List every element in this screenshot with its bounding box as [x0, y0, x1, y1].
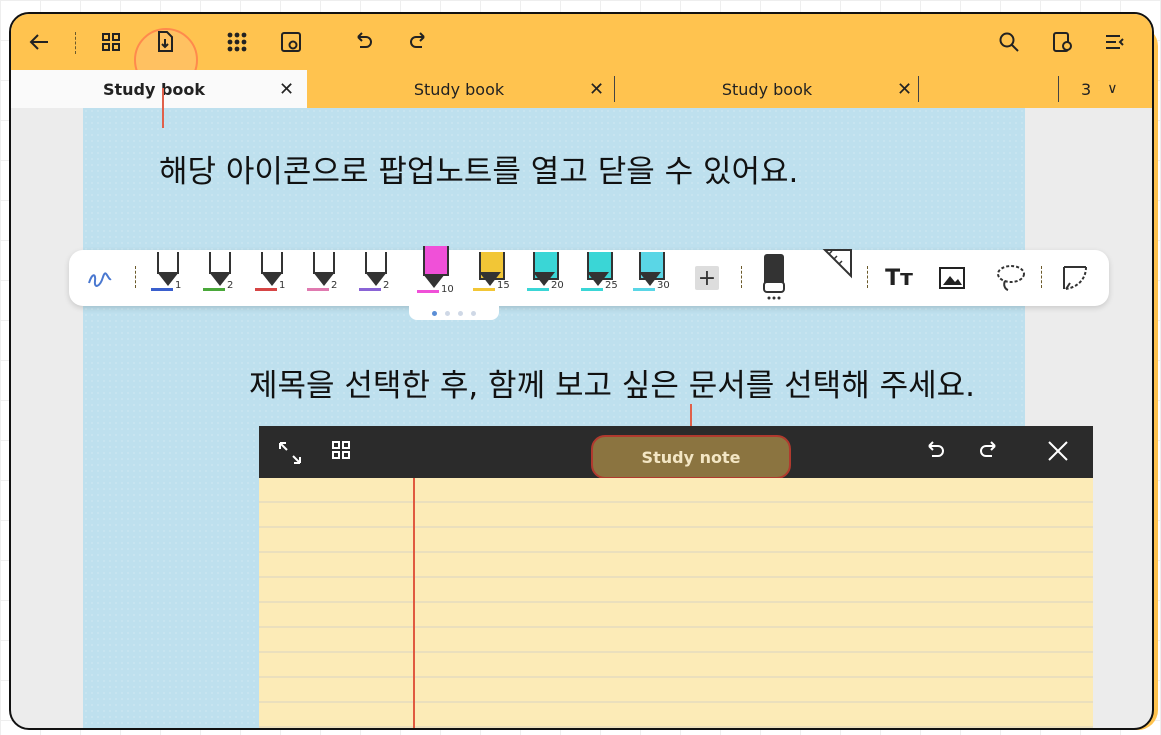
close-icon[interactable]: ✕: [897, 79, 912, 100]
apps-icon[interactable]: [221, 26, 253, 58]
selection-tool-icon[interactable]: [1059, 262, 1091, 294]
close-icon[interactable]: ✕: [589, 79, 604, 100]
marker-tool-5[interactable]: 30: [633, 250, 670, 306]
toolbar-divider: [867, 266, 869, 288]
toolbar-divider: [741, 266, 743, 288]
grid-icon[interactable]: [331, 440, 351, 466]
expand-icon[interactable]: [277, 440, 303, 472]
search-icon[interactable]: [993, 26, 1025, 58]
callout-pointer: [162, 88, 164, 128]
tab-study-book-1[interactable]: Study book ✕: [11, 70, 307, 108]
top-toolbar: [11, 14, 1152, 92]
app-window: Study book ✕ Study book ✕ Study book ✕ 3…: [9, 12, 1154, 730]
pen-size: 2: [331, 280, 338, 291]
page-dot[interactable]: [445, 310, 450, 316]
redo-icon[interactable]: [403, 26, 435, 58]
image-icon[interactable]: [937, 264, 967, 292]
undo-icon[interactable]: [347, 26, 379, 58]
pen-color-swatch: [255, 288, 277, 291]
tab-study-book-2[interactable]: Study book ✕: [307, 70, 611, 108]
popup-note-paper[interactable]: [259, 478, 1093, 728]
text-tool-button[interactable]: Tт: [881, 264, 917, 292]
pen-body: [209, 252, 231, 274]
grid-icon[interactable]: [95, 26, 127, 58]
pen-toolbar: 1 2 1 2 2 10 15 20 25 30 + Tт: [69, 246, 1109, 306]
chevron-down-icon[interactable]: ∨: [1107, 81, 1117, 97]
toolbar-page-indicator[interactable]: [409, 306, 499, 320]
marker-tool-4[interactable]: 25: [581, 250, 618, 306]
tab-divider: [1058, 76, 1059, 102]
tab-label: Study book: [102, 79, 206, 99]
tab-study-book-3[interactable]: Study book ✕: [615, 70, 919, 108]
marker-size: 25: [605, 280, 618, 291]
marker-color-swatch: [417, 290, 439, 293]
redo-icon[interactable]: [977, 440, 1001, 468]
settings-icon[interactable]: [1047, 26, 1079, 58]
marker-size: 10: [441, 284, 454, 295]
pen-tool-4[interactable]: 2: [307, 250, 341, 306]
pen-body: [157, 252, 179, 274]
pen-size: 1: [175, 280, 182, 291]
view-icon[interactable]: [275, 26, 307, 58]
tab-label: Study book: [413, 79, 505, 99]
marker-size: 30: [657, 280, 670, 291]
marker-tool-2[interactable]: 15: [473, 250, 510, 306]
eraser-icon[interactable]: [763, 252, 785, 300]
menu-icon[interactable]: [1099, 26, 1131, 58]
tab-divider: [918, 76, 919, 102]
marker-tool-1[interactable]: 10: [417, 244, 454, 300]
ruler-icon[interactable]: [819, 246, 853, 286]
callout-popup-toggle: 해당 아이콘으로 팝업노트를 열고 닫을 수 있어요.: [159, 154, 799, 190]
pen-size: 1: [279, 280, 286, 291]
pen-tool-1[interactable]: 1: [151, 250, 185, 306]
pen-body: [365, 252, 387, 274]
page-count[interactable]: 3 ∨: [1081, 70, 1117, 108]
page-dot[interactable]: [458, 310, 463, 316]
toolbar-divider: [1041, 266, 1043, 288]
back-arrow-icon[interactable]: [23, 26, 55, 58]
undo-icon[interactable]: [923, 440, 947, 468]
pen-color-swatch: [151, 288, 173, 291]
pen-tool-3[interactable]: 1: [255, 250, 289, 306]
close-icon[interactable]: ✕: [279, 79, 294, 100]
pen-body: [313, 252, 335, 274]
pen-mode-icon[interactable]: [85, 264, 115, 294]
marker-color-swatch: [527, 288, 549, 291]
popup-title-button[interactable]: Study note: [591, 435, 791, 479]
toolbar-divider: [75, 32, 77, 54]
pen-tool-5[interactable]: 2: [359, 250, 393, 306]
marker-size: 15: [497, 280, 510, 291]
popup-note-icon[interactable]: [148, 26, 180, 58]
pen-body: [261, 252, 283, 274]
callout-select-title: 제목을 선택한 후, 함께 보고 싶은 문서를 선택해 주세요.: [249, 368, 975, 404]
marker-body: [423, 246, 449, 276]
lasso-icon[interactable]: [995, 262, 1027, 294]
popup-note-window: Study note: [259, 426, 1093, 728]
close-icon[interactable]: [1047, 440, 1069, 468]
marker-color-swatch: [473, 288, 495, 291]
page-dot[interactable]: [471, 310, 476, 316]
marker-size: 20: [551, 280, 564, 291]
pen-color-swatch: [307, 288, 329, 291]
add-pen-button[interactable]: +: [695, 266, 719, 291]
marker-tool-3[interactable]: 20: [527, 250, 564, 306]
pen-tool-2[interactable]: 2: [203, 250, 237, 306]
marker-color-swatch: [633, 288, 655, 291]
marker-color-swatch: [581, 288, 603, 291]
pen-color-swatch: [359, 288, 381, 291]
pen-size: 2: [383, 280, 390, 291]
page-dot[interactable]: [432, 310, 437, 316]
pen-size: 2: [227, 280, 234, 291]
page-count-value: 3: [1081, 79, 1092, 99]
popup-header: Study note: [259, 426, 1093, 479]
margin-line: [413, 478, 415, 728]
tab-label: Study book: [721, 79, 813, 99]
pen-color-swatch: [203, 288, 225, 291]
toolbar-divider: [135, 266, 137, 288]
